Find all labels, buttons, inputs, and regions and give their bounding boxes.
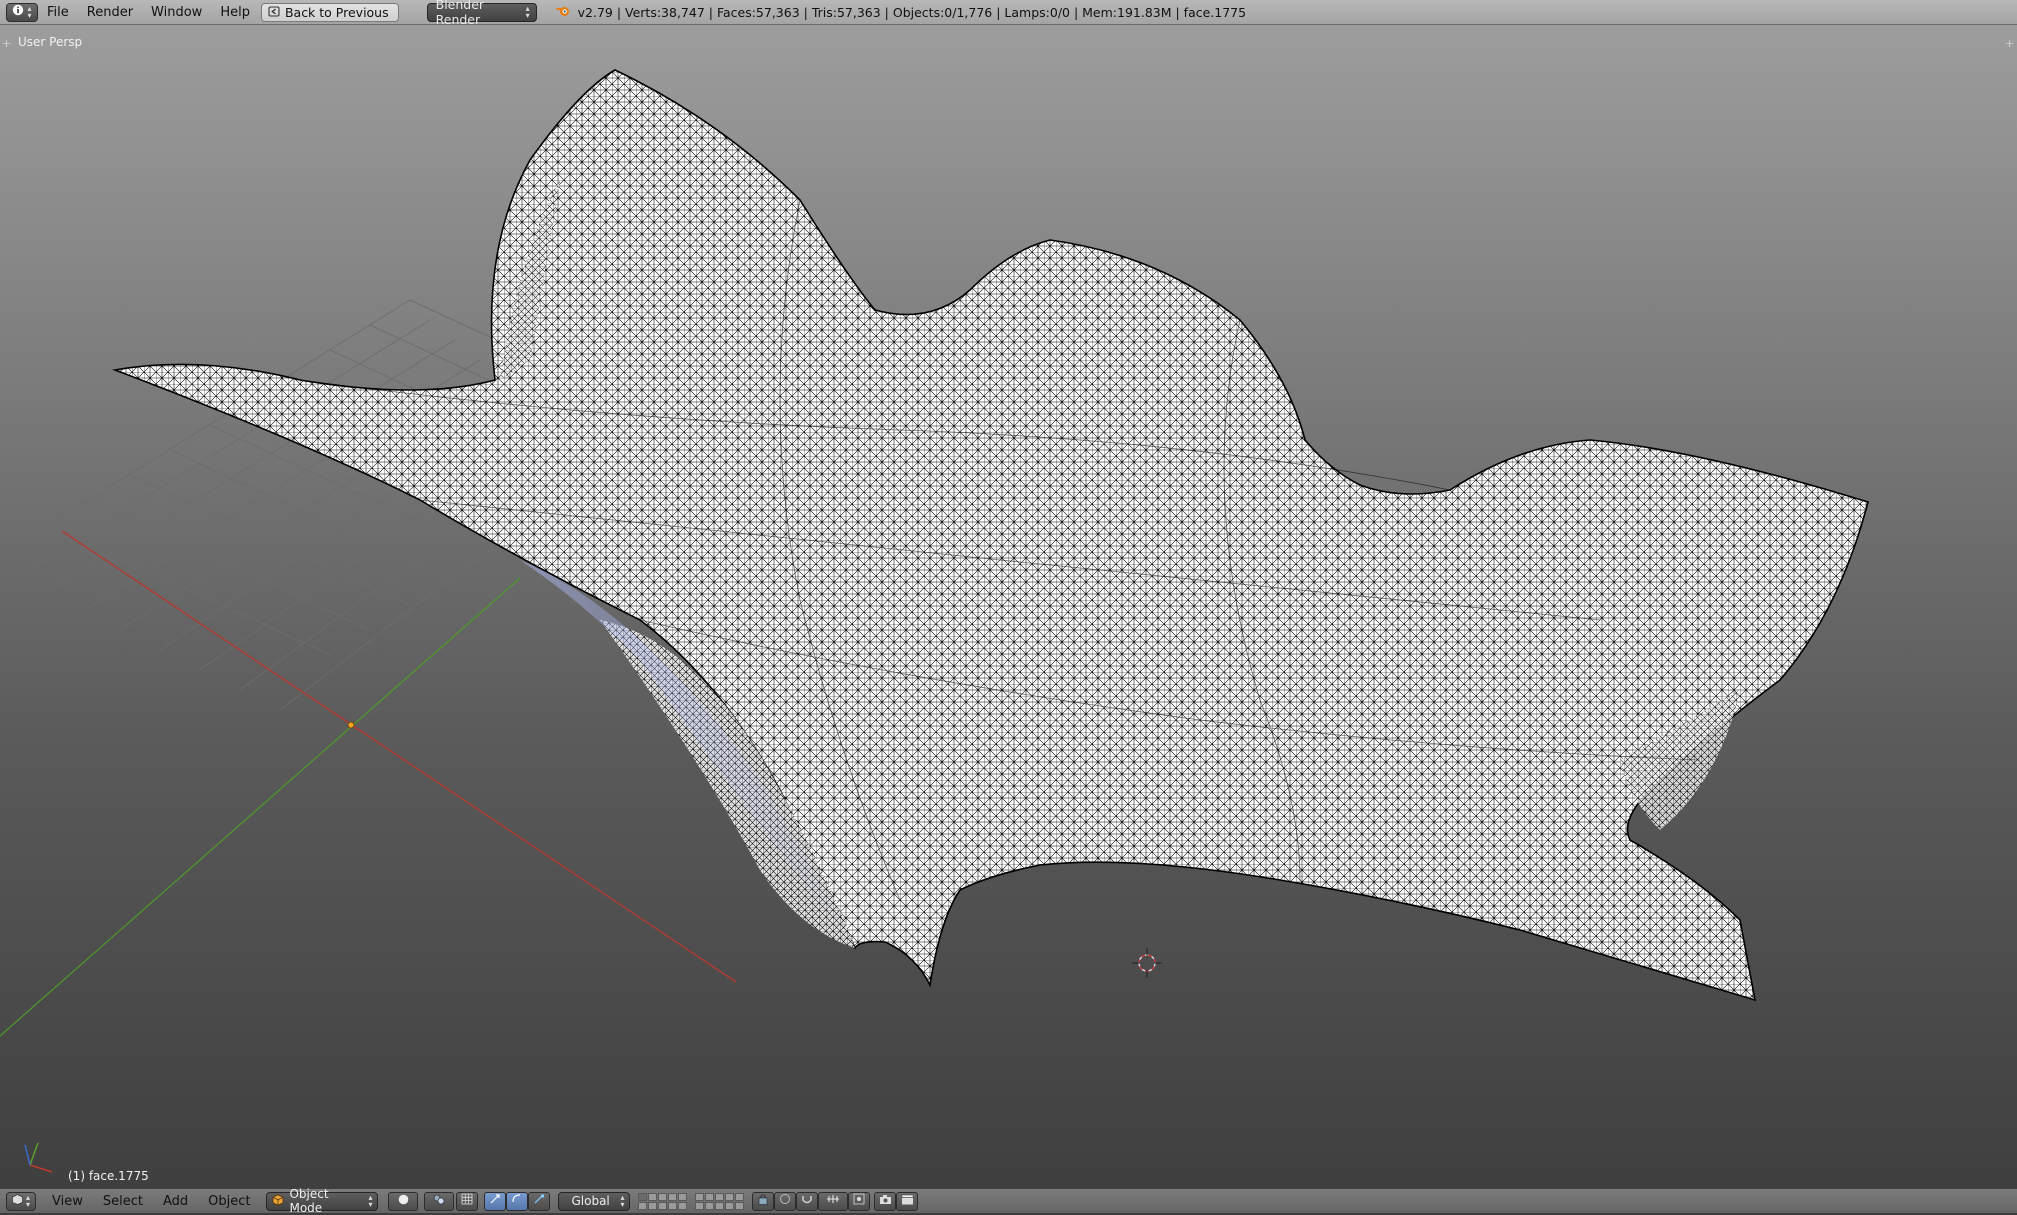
mode-select[interactable]: Object Mode ▴ ▾ [266, 1187, 379, 1215]
scene-stats: v2.79 | Verts:38,747 | Faces:57,363 | Tr… [577, 4, 1247, 20]
menu-help[interactable]: Help [211, 0, 259, 25]
info-icon [12, 4, 24, 20]
mode-value: Object Mode [289, 1187, 329, 1215]
render-engine-select[interactable]: Blender Render ▴ ▾ [426, 0, 537, 27]
lock-icon [758, 1193, 768, 1209]
axis-gizmo-icon [24, 1142, 53, 1173]
rotate-icon [511, 1193, 523, 1209]
menu-object[interactable]: Object [198, 1194, 260, 1209]
orientation-value: Global [571, 1194, 610, 1208]
shading-select[interactable] [388, 1191, 419, 1211]
origin-point [347, 721, 355, 729]
menu-file[interactable]: File [38, 0, 78, 25]
manipulator-toggle[interactable] [456, 1191, 479, 1211]
back-icon [268, 5, 280, 20]
chevron-updown-icon: ▴ ▾ [368, 1193, 373, 1209]
clapperboard-icon [901, 1194, 914, 1209]
chevron-updown-icon: ▴ ▾ [525, 4, 530, 20]
scale-manipulator-button[interactable] [528, 1191, 551, 1211]
region-toggle-left-icon[interactable]: + [2, 38, 12, 49]
proportional-editing-button[interactable] [774, 1191, 797, 1211]
editor-type-arrows-icon-3d: ▴ ▾ [25, 1193, 30, 1209]
wireframe-mesh [111, 69, 1869, 1002]
region-toggle-right-icon[interactable]: + [2005, 38, 2015, 49]
transform-orientation-select[interactable]: Global ▴ ▾ [558, 1191, 631, 1211]
lock-camera-button[interactable] [752, 1191, 775, 1211]
menu-view[interactable]: View [42, 1194, 93, 1209]
pivot-icon [433, 1194, 445, 1209]
camera-icon [879, 1194, 892, 1209]
menu-render[interactable]: Render [78, 0, 142, 25]
y-axis-line [0, 577, 521, 1037]
sphere-icon [398, 1194, 409, 1209]
translate-icon [489, 1193, 501, 1209]
menu-add[interactable]: Add [153, 1194, 198, 1209]
scale-icon [533, 1193, 545, 1209]
layers-group-2[interactable] [695, 1192, 745, 1210]
3d-cursor-icon[interactable] [1132, 948, 1162, 978]
render-engine-value: Blender Render [435, 0, 485, 27]
cube-icon [272, 1193, 284, 1209]
render-opengl-animation-button[interactable] [896, 1191, 919, 1211]
translate-manipulator-button[interactable] [484, 1191, 507, 1211]
menu-window[interactable]: Window [142, 0, 211, 25]
snap-increment-icon [826, 1193, 840, 1209]
menu-select[interactable]: Select [93, 1194, 153, 1209]
3d-viewport[interactable]: User Persp (1) face.1775 + + [0, 25, 2017, 1188]
snap-element-select[interactable] [818, 1191, 849, 1211]
back-button-label: Back to Previous [284, 4, 389, 20]
editor-type-button-3d[interactable]: ▴ ▾ [6, 1191, 36, 1211]
editor-type-arrows-icon: ▴ ▾ [27, 4, 32, 20]
viewport-scene [0, 69, 1869, 1173]
3d-view-header: ▴ ▾ View Select Add Object Object Mode ▴ ▾… [0, 1187, 2017, 1215]
magnet-icon [801, 1193, 813, 1209]
chevron-updown-icon: ▴ ▾ [620, 1193, 625, 1209]
render-opengl-image-button[interactable] [874, 1191, 897, 1211]
grid-icon [461, 1193, 473, 1209]
info-header: ▴ ▾ File Render Window Help Back to Previ… [0, 0, 2017, 27]
editor-type-button[interactable]: ▴ ▾ [6, 2, 38, 22]
proportional-icon [779, 1193, 791, 1209]
layers-group-1[interactable] [638, 1192, 688, 1210]
blender-logo-icon [555, 4, 571, 21]
snap-toggle-button[interactable] [796, 1191, 819, 1211]
active-object-label: (1) face.1775 [68, 1169, 149, 1183]
rotate-manipulator-button[interactable] [506, 1191, 529, 1211]
snap-target-icon [853, 1193, 865, 1209]
pivot-select[interactable] [424, 1191, 455, 1211]
snap-target-button[interactable] [848, 1191, 871, 1211]
back-to-previous-button[interactable]: Back to Previous [260, 2, 399, 22]
view-perspective-label: User Persp [18, 35, 83, 49]
cube-view-icon [12, 1193, 23, 1209]
